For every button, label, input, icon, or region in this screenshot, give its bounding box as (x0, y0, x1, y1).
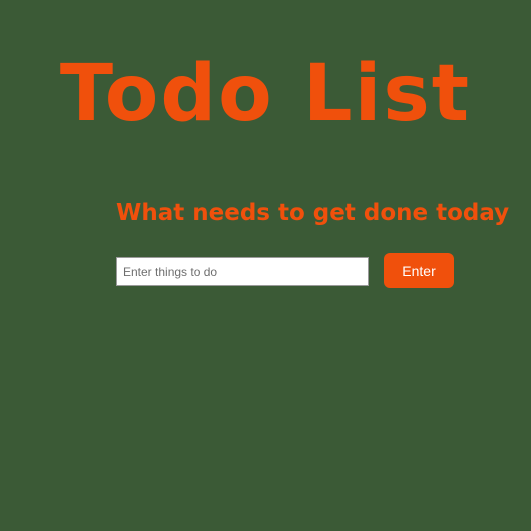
todo-input[interactable] (116, 257, 369, 286)
todo-entry-form: Enter (116, 253, 456, 289)
page-title: Todo List (59, 49, 472, 139)
enter-button[interactable]: Enter (384, 253, 454, 288)
page-subtitle: What needs to get done today (116, 200, 510, 226)
todo-app: Todo List What needs to get done today E… (0, 0, 531, 531)
